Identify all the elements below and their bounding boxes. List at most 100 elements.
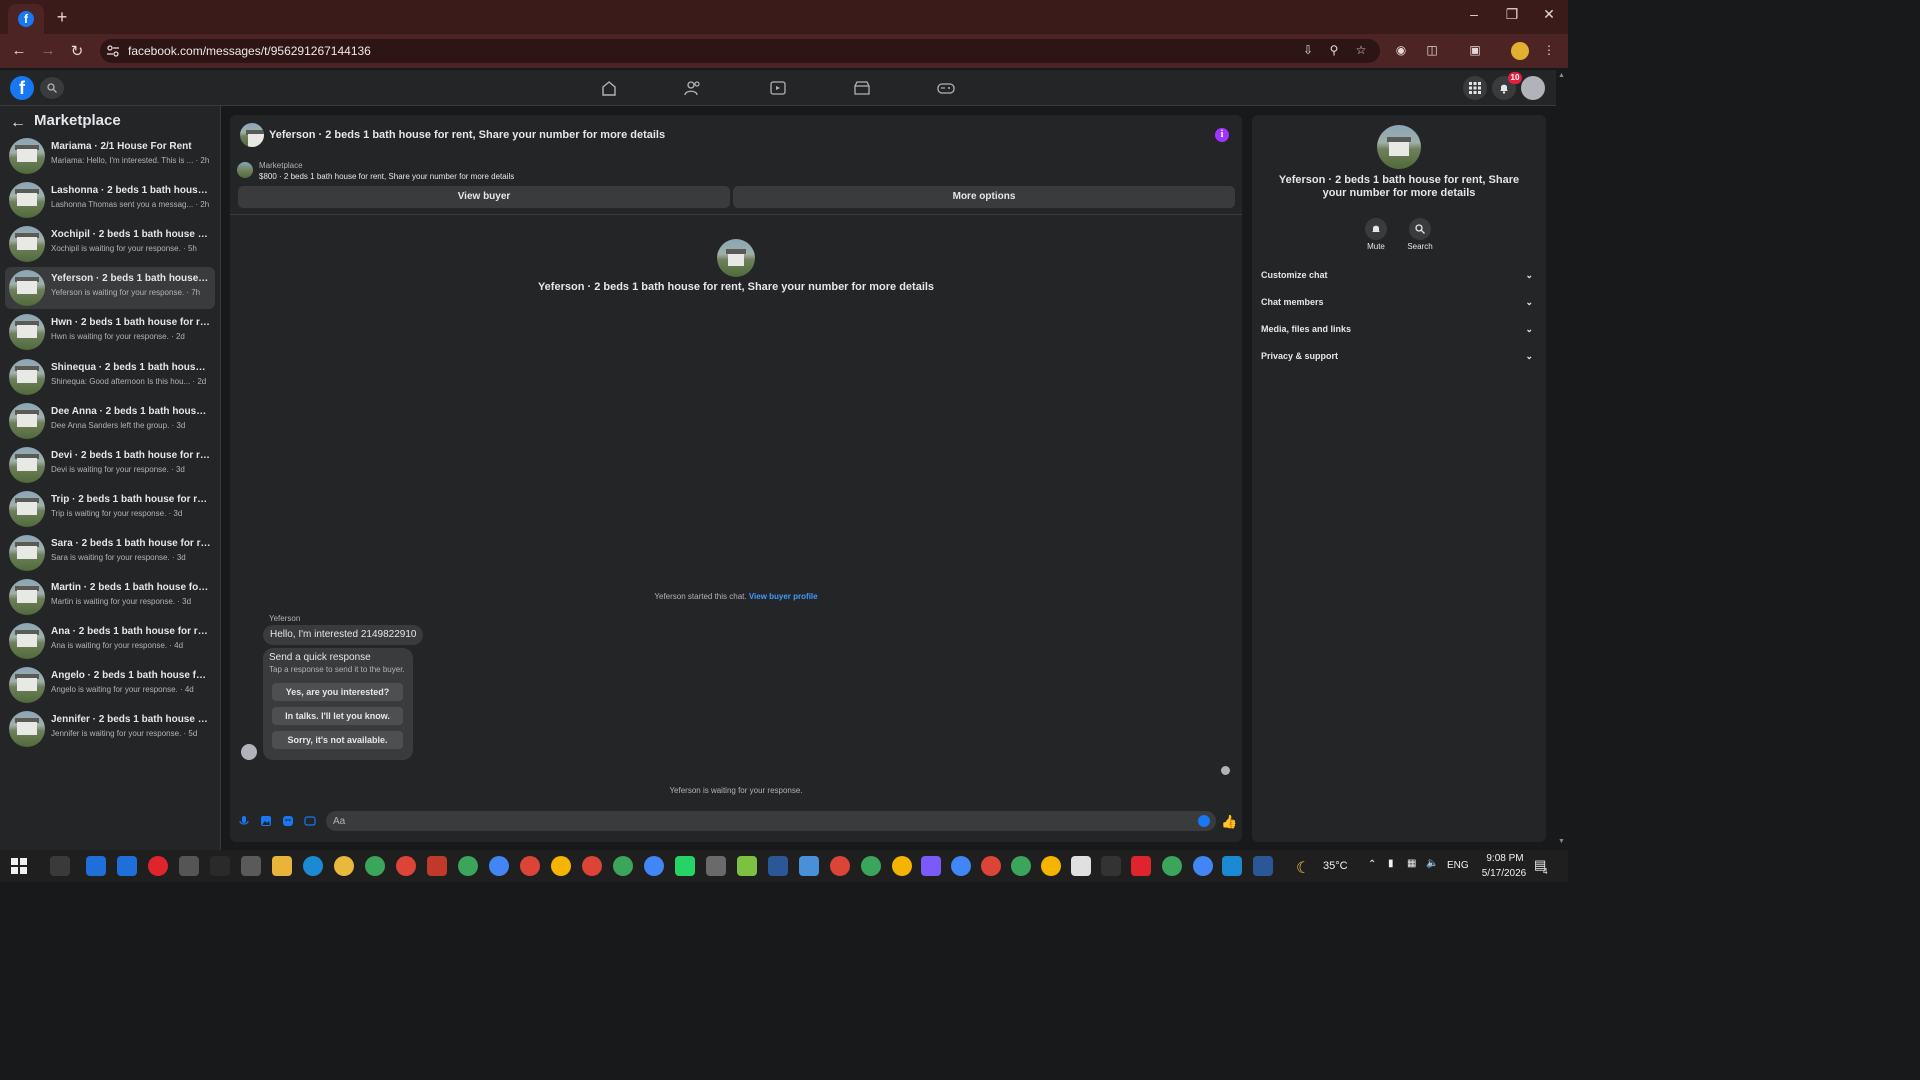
quick-reply-not-available-button[interactable]: Sorry, it's not available. — [272, 731, 403, 749]
account-avatar[interactable] — [1521, 76, 1545, 100]
chrome-profile-icon[interactable] — [365, 856, 385, 876]
terminal-icon[interactable] — [1253, 856, 1273, 876]
privacy-support-row[interactable]: Privacy & support ⌄ — [1261, 351, 1537, 369]
shield-icon[interactable] — [210, 856, 230, 876]
conversation-item[interactable]: Mariama · 2/1 House For Rent Mariama: Hel… — [5, 135, 215, 177]
customize-chat-row[interactable]: Customize chat ⌄ — [1261, 270, 1537, 288]
clock-time[interactable]: 9:08 PM — [1480, 853, 1530, 864]
conversation-item[interactable]: Ana · 2 beds 1 bath house for rent,... An… — [5, 620, 215, 662]
app-icon[interactable] — [1222, 856, 1242, 876]
task-view-icon[interactable] — [50, 856, 70, 876]
whatsapp-icon[interactable] — [675, 856, 695, 876]
menu-grid-button[interactable] — [1463, 76, 1487, 100]
conversation-item[interactable]: Trip · 2 beds 1 bath house for rent, ...… — [5, 488, 215, 530]
extensions-icon[interactable]: ◫ — [1424, 43, 1440, 59]
chrome-profile-icon[interactable] — [520, 856, 540, 876]
message-input[interactable] — [326, 811, 1216, 831]
media-files-row[interactable]: Media, files and links ⌄ — [1261, 324, 1537, 342]
conversation-item[interactable]: Shinequa · 2 beds 1 bath house for... Shi… — [5, 356, 215, 398]
conversation-item[interactable]: Angelo · 2 beds 1 bath house for r... Ang… — [5, 664, 215, 706]
browser-tab-facebook[interactable]: f — [8, 4, 44, 34]
message-bubble[interactable]: Hello, I'm interested 2149822910 — [263, 625, 424, 645]
search-in-chat-button[interactable] — [1409, 218, 1431, 240]
settings-icon[interactable] — [241, 856, 261, 876]
gif-icon[interactable] — [304, 815, 316, 827]
opera-icon[interactable] — [148, 856, 168, 876]
chat-members-row[interactable]: Chat members ⌄ — [1261, 297, 1537, 315]
apple-tv-icon[interactable] — [1101, 856, 1121, 876]
chrome-profile-icon[interactable] — [1041, 856, 1061, 876]
quick-reply-in-talks-button[interactable]: In talks. I'll let you know. — [272, 707, 403, 725]
maximize-button[interactable]: ❐ — [1497, 6, 1527, 26]
file-explorer-icon[interactable] — [272, 856, 292, 876]
copilot-icon[interactable] — [921, 856, 941, 876]
app-icon[interactable] — [706, 856, 726, 876]
sticker-icon[interactable] — [282, 815, 294, 827]
conversation-item[interactable]: Lashonna · 2 beds 1 bath house for... Las… — [5, 179, 215, 221]
chrome-profile-icon[interactable] — [1162, 856, 1182, 876]
close-window-button[interactable]: ✕ — [1534, 6, 1564, 26]
fb-search-button[interactable] — [40, 77, 64, 99]
forward-icon[interactable]: → — [38, 42, 58, 60]
chat-title[interactable]: Yeferson · 2 beds 1 bath house for rent,… — [269, 129, 665, 141]
bookmark-star-icon[interactable]: ☆ — [1353, 43, 1369, 59]
windows-start-icon[interactable] — [11, 858, 27, 874]
microphone-icon[interactable] — [238, 815, 250, 827]
minimize-button[interactable]: – — [1459, 6, 1489, 26]
mute-button[interactable] — [1365, 218, 1387, 240]
chrome-profile-icon[interactable] — [951, 856, 971, 876]
details-thumbnail[interactable] — [1377, 125, 1421, 169]
language-indicator[interactable]: ENG — [1447, 860, 1469, 871]
new-tab-button[interactable]: + — [52, 7, 72, 27]
conversation-item[interactable]: Sara · 2 beds 1 bath house for rent,... S… — [5, 532, 215, 574]
scroll-down-icon[interactable]: ▼ — [1558, 838, 1566, 845]
photo-icon[interactable] — [260, 815, 272, 827]
reload-icon[interactable]: ↻ — [67, 42, 87, 60]
zoom-icon[interactable]: ⚲ — [1326, 43, 1342, 59]
chrome-profile-icon[interactable] — [892, 856, 912, 876]
marketplace-icon[interactable] — [853, 80, 871, 96]
site-info-icon[interactable] — [106, 44, 120, 58]
network-icon[interactable]: ▦ — [1407, 858, 1416, 869]
browser-profile-avatar[interactable] — [1511, 42, 1529, 60]
chrome-profile-icon[interactable] — [489, 856, 509, 876]
browser-menu-icon[interactable]: ⋮ — [1541, 43, 1557, 59]
chrome-profile-icon[interactable] — [458, 856, 478, 876]
emoji-icon[interactable] — [1198, 815, 1210, 827]
back-arrow-icon[interactable]: ← — [10, 114, 28, 131]
chrome-profile-icon[interactable] — [861, 856, 881, 876]
info-icon[interactable]: i — [1215, 128, 1229, 142]
scroll-up-icon[interactable]: ▲ — [1558, 72, 1566, 79]
thumbs-up-icon[interactable]: 👍 — [1221, 814, 1237, 829]
conversation-item[interactable]: Martin · 2 beds 1 bath house for re... Ma… — [5, 576, 215, 618]
chat-header-thumbnail[interactable] — [240, 123, 264, 147]
back-icon[interactable]: ← — [9, 42, 29, 60]
conversation-item[interactable]: Xochipil · 2 beds 1 bath house for r... X… — [5, 223, 215, 265]
home-icon[interactable] — [600, 80, 618, 96]
chrome-profile-icon[interactable] — [1011, 856, 1031, 876]
conversation-item[interactable]: Yeferson · 2 beds 1 bath house for ... Ye… — [5, 267, 215, 310]
edge-icon[interactable] — [303, 856, 323, 876]
view-buyer-profile-link[interactable]: View buyer profile — [749, 592, 818, 601]
app-icon[interactable] — [1131, 856, 1151, 876]
friends-icon[interactable] — [684, 80, 702, 96]
tray-overflow-icon[interactable]: ⌃ — [1368, 859, 1376, 870]
app-icon[interactable] — [427, 856, 447, 876]
facebook-logo-icon[interactable]: f — [10, 76, 34, 100]
app-icon[interactable] — [117, 856, 137, 876]
volume-icon[interactable]: 🔈 — [1426, 858, 1438, 869]
side-panel-icon[interactable]: ▣ — [1467, 43, 1483, 59]
chrome-icon[interactable] — [334, 856, 354, 876]
tray-battery-icon[interactable]: ▮ — [1388, 858, 1394, 869]
translate-icon[interactable]: ◉ — [1393, 43, 1409, 59]
store-icon[interactable] — [86, 856, 106, 876]
sender-avatar[interactable] — [241, 744, 257, 760]
app-icon[interactable] — [768, 856, 788, 876]
chrome-profile-icon[interactable] — [613, 856, 633, 876]
chatgpt-icon[interactable] — [179, 856, 199, 876]
chrome-profile-icon[interactable] — [551, 856, 571, 876]
page-scrollbar[interactable] — [1556, 70, 1568, 850]
chrome-profile-icon[interactable] — [582, 856, 602, 876]
chrome-profile-icon[interactable] — [830, 856, 850, 876]
notepad-icon[interactable] — [737, 856, 757, 876]
